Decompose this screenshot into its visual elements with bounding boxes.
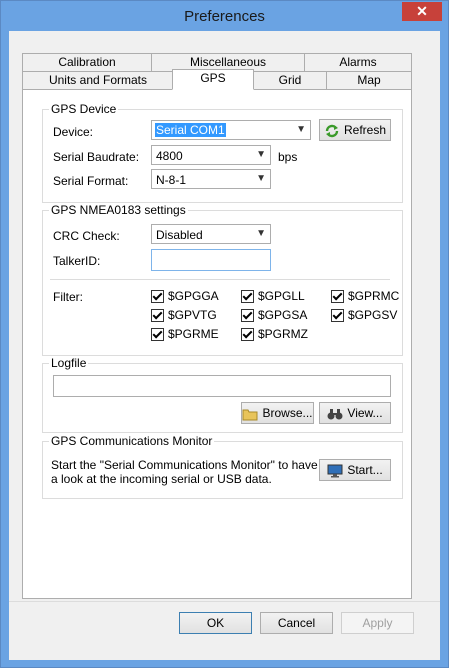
talkerid-input[interactable] [151,249,271,271]
preferences-window: Preferences ✕ Calibration Miscellaneous … [0,0,449,668]
checkbox-checked-icon [151,328,164,342]
filter-gpgga-label: $GPGGA [168,289,219,303]
chevron-down-icon: ▼ [256,228,266,239]
start-monitor-button[interactable]: Start... [319,459,391,481]
filter-divider [50,279,390,280]
tab-units-and-formats[interactable]: Units and Formats [22,71,174,90]
checkbox-checked-icon [241,309,254,323]
browse-label: Browse... [262,406,313,420]
serial-format-select[interactable]: N-8-1 ▼ [151,169,271,189]
filter-pgrmz-checkbox[interactable]: $PGRMZ [241,327,309,342]
binoculars-icon [327,408,343,420]
tab-map[interactable]: Map [326,71,412,90]
filter-gpgsv-checkbox[interactable]: $GPGSV [331,308,398,323]
folder-icon [242,409,258,421]
refresh-icon [325,124,339,137]
view-button[interactable]: View... [319,402,391,424]
chevron-down-icon: ▼ [256,149,266,160]
tab-calibration[interactable]: Calibration [22,53,152,72]
baudrate-label: Serial Baudrate: [53,150,140,164]
close-icon: ✕ [416,3,428,19]
title-bar[interactable]: Preferences ✕ [1,1,448,31]
filter-pgrme-checkbox[interactable]: $PGRME [151,327,219,342]
talkerid-label: TalkerID: [53,254,101,268]
filter-label: Filter: [53,290,83,304]
crc-check-select[interactable]: Disabled ▼ [151,224,271,244]
filter-pgrmz-label: $PGRMZ [258,327,309,341]
device-value: Serial COM1 [155,123,226,137]
device-label: Device: [53,125,94,139]
filter-gprmc-checkbox[interactable]: $GPRMC [331,289,400,304]
tab-alarms[interactable]: Alarms [304,53,412,72]
gps-device-title: GPS Device [49,102,119,116]
filter-pgrme-label: $PGRME [168,327,219,341]
crc-check-value: Disabled [156,228,203,242]
tab-grid[interactable]: Grid [253,71,327,90]
filter-gpvtg-checkbox[interactable]: $GPVTG [151,308,217,323]
refresh-button[interactable]: Refresh [319,119,391,141]
close-button[interactable]: ✕ [402,2,442,21]
checkbox-checked-icon [331,309,344,323]
refresh-label: Refresh [343,123,387,137]
serial-format-value: N-8-1 [156,173,187,187]
filter-gpgga-checkbox[interactable]: $GPGGA [151,289,219,304]
filter-gpgll-checkbox[interactable]: $GPGLL [241,289,305,304]
checkbox-checked-icon [151,290,164,304]
monitor-description-line2: a look at the incoming serial or USB dat… [51,472,272,486]
chevron-down-icon: ▼ [256,173,266,184]
communications-monitor-title: GPS Communications Monitor [49,434,215,448]
logfile-path-input[interactable] [53,375,391,397]
monitor-icon [327,464,343,478]
tab-gps[interactable]: GPS [172,69,254,90]
baudrate-unit: bps [278,150,298,164]
checkbox-checked-icon [331,290,344,304]
filter-gpvtg-label: $GPVTG [168,308,217,322]
filter-gpgsa-checkbox[interactable]: $GPGSA [241,308,308,323]
ok-button[interactable]: OK [179,612,252,634]
filter-gpgsv-label: $GPGSV [348,308,398,322]
cancel-button[interactable]: Cancel [260,612,333,634]
monitor-description-line1: Start the "Serial Communications Monitor… [51,458,318,472]
browse-button[interactable]: Browse... [241,402,314,424]
checkbox-checked-icon [241,328,254,342]
filter-gpgsa-label: $GPGSA [258,308,308,322]
nmea-settings-title: GPS NMEA0183 settings [49,203,188,217]
filter-gpgll-label: $GPGLL [258,289,305,303]
start-label: Start... [347,463,383,477]
serial-format-label: Serial Format: [53,174,129,188]
filter-gprmc-label: $GPRMC [348,289,400,303]
baudrate-select[interactable]: 4800 ▼ [151,145,271,165]
crc-check-label: CRC Check: [53,229,120,243]
checkbox-checked-icon [241,290,254,304]
apply-button[interactable]: Apply [341,612,414,634]
view-label: View... [347,406,383,420]
device-select[interactable]: Serial COM1 ▼ [151,120,311,140]
window-title: Preferences [184,8,265,25]
checkbox-checked-icon [151,309,164,323]
baudrate-value: 4800 [156,149,183,163]
logfile-title: Logfile [49,356,89,370]
chevron-down-icon: ▼ [296,124,306,135]
